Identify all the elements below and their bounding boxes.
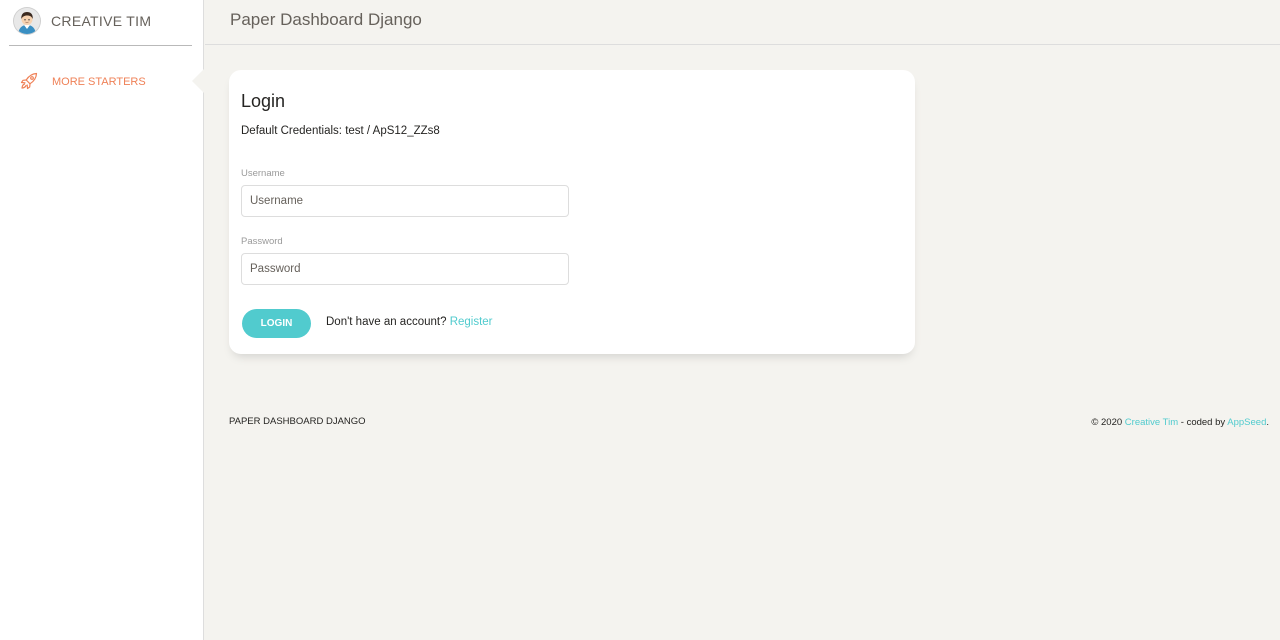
register-link[interactable]: Register xyxy=(450,316,493,328)
appseed-link[interactable]: AppSeed xyxy=(1227,417,1266,428)
register-prompt: Don't have an account? Register xyxy=(326,316,493,328)
coded-by-text: - coded by xyxy=(1180,417,1226,428)
username-label: Username xyxy=(241,168,285,179)
default-credentials-text: Default Credentials: test / ApS12_ZZs8 xyxy=(241,125,440,137)
register-prompt-text: Don't have an account? xyxy=(326,316,447,328)
navbar-brand[interactable]: Paper Dashboard Django xyxy=(230,10,422,30)
avatar-icon xyxy=(14,8,40,34)
sidebar-item-label: MORE STARTERS xyxy=(52,76,146,88)
password-input[interactable] xyxy=(241,253,569,285)
rocket-icon xyxy=(19,71,39,91)
login-button[interactable]: LOGIN xyxy=(242,309,311,338)
sidebar-item-more-starters[interactable]: MORE STARTERS xyxy=(0,62,204,100)
password-label: Password xyxy=(241,236,283,247)
creative-tim-link[interactable]: Creative Tim xyxy=(1125,417,1178,428)
top-navbar: Paper Dashboard Django xyxy=(205,0,1280,45)
footer-period: . xyxy=(1266,417,1269,428)
sidebar-logo[interactable]: CREATIVE TIM xyxy=(9,0,192,46)
username-input[interactable] xyxy=(241,185,569,217)
sidebar: CREATIVE TIM MORE STARTERS xyxy=(0,0,204,640)
login-card: Login Default Credentials: test / ApS12_… xyxy=(229,70,915,354)
footer-copyright: © 2020 Creative Tim - coded by AppSeed. xyxy=(1091,417,1269,428)
logo-text: CREATIVE TIM xyxy=(51,13,152,29)
active-caret xyxy=(192,69,204,93)
card-title: Login xyxy=(241,91,286,111)
copyright-text: © 2020 xyxy=(1091,417,1123,428)
footer-brand: PAPER DASHBOARD DJANGO xyxy=(229,416,366,427)
app-root: CREATIVE TIM MORE STARTERS Paper Dashboa… xyxy=(0,0,1280,640)
